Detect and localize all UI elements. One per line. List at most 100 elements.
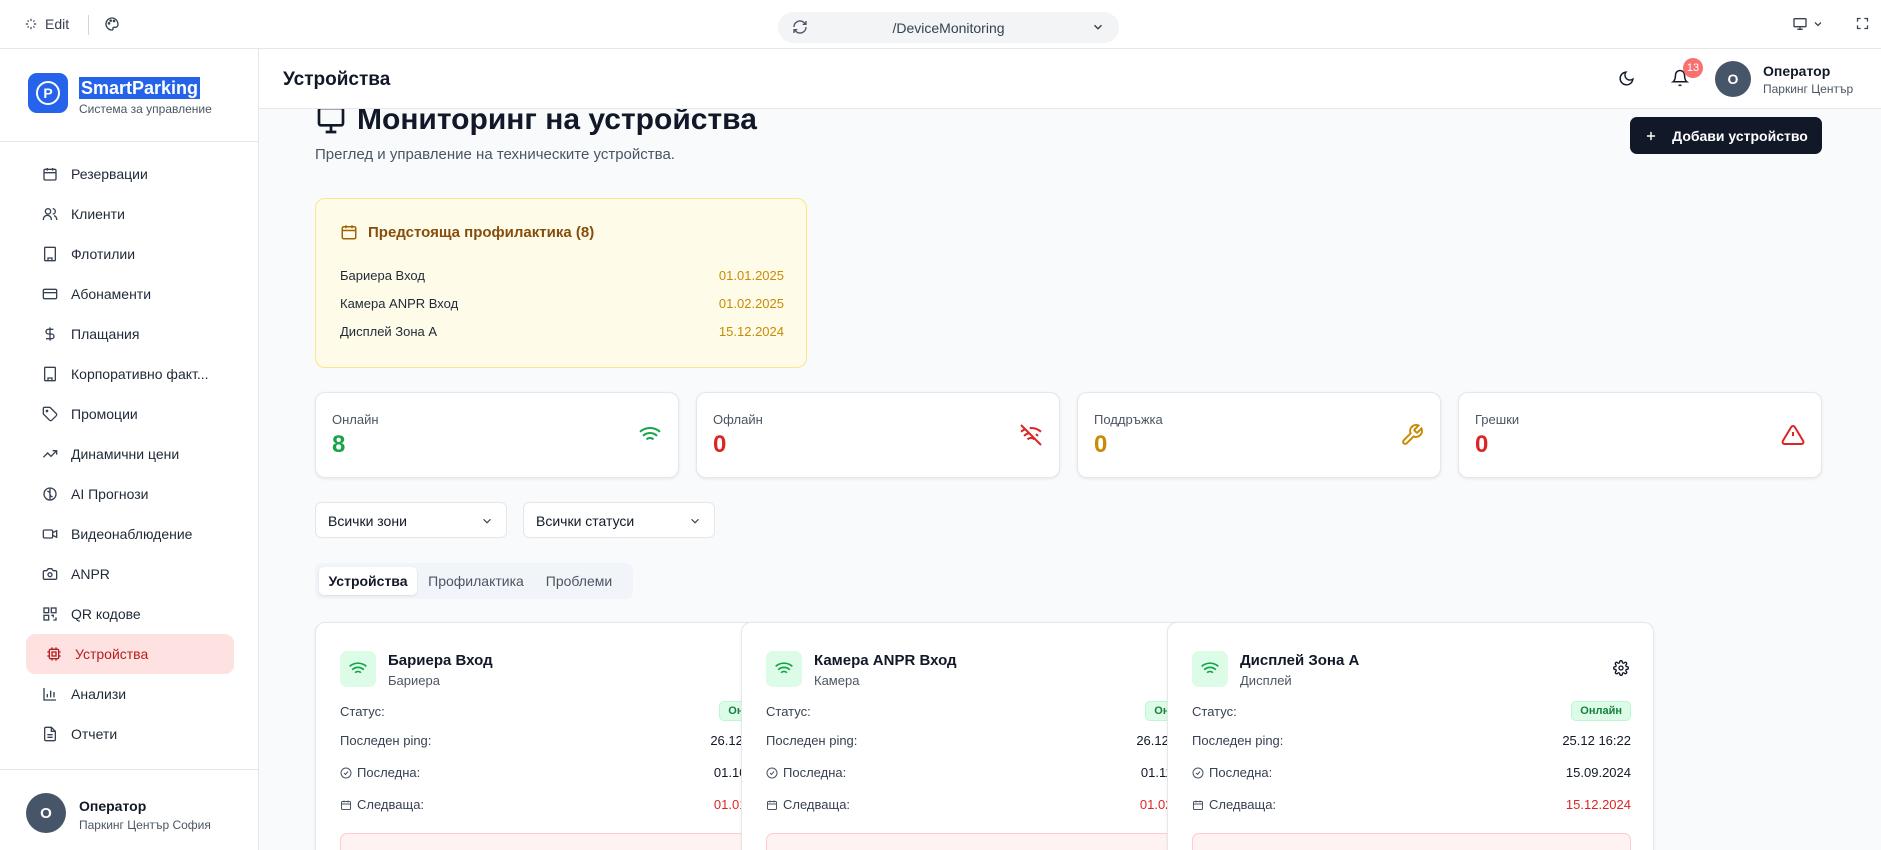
sidebar-item-8[interactable]: Динамични цени xyxy=(26,434,234,474)
maintenance-title: Предстояща профилактика (8) xyxy=(340,223,594,241)
ping-value: 25.12 16:22 xyxy=(1562,733,1631,748)
last-label: Последна: xyxy=(1209,765,1273,780)
sidebar-item-6[interactable]: Корпоративно факт... xyxy=(26,354,234,394)
device-selector[interactable] xyxy=(1792,16,1824,32)
sidebar-item-13[interactable]: Устройства xyxy=(26,634,234,674)
add-device-label: Добави устройство xyxy=(1672,127,1808,144)
add-device-button[interactable]: Добави устройство xyxy=(1630,117,1822,154)
stat-errors: Грешки 0 xyxy=(1458,392,1822,478)
maintenance-date: 01.01.2025 xyxy=(718,268,784,283)
status-select-value: Всички статуси xyxy=(536,513,635,529)
device-name: Камера ANPR Вход xyxy=(814,652,957,669)
tab-devices[interactable]: Устройства xyxy=(319,567,417,595)
wifi-icon xyxy=(766,651,802,687)
next-maintenance-row: Следваща:01.02.2025 xyxy=(766,797,1205,812)
calendar-icon xyxy=(767,800,777,810)
avatar[interactable]: O xyxy=(26,793,66,833)
palette-icon[interactable] xyxy=(104,16,120,37)
page-subtitle: Преглед и управление на техническите уст… xyxy=(315,146,675,163)
maintenance-row[interactable]: Бариера Вход 01.01.2025 xyxy=(340,268,784,283)
sidebar-user-location: Паркинг Център София xyxy=(79,818,211,832)
sidebar-item-label: Отчети xyxy=(71,726,118,742)
edit-button[interactable]: Edit xyxy=(24,16,69,32)
fullscreen-icon[interactable] xyxy=(1855,16,1870,36)
device-card[interactable]: Бариера Вход Бариера Статус:Онлайн Последен… xyxy=(315,622,802,850)
sidebar-item-7[interactable]: Промоции xyxy=(26,394,234,434)
stat-label: Грешки xyxy=(1475,412,1520,427)
sidebar-item-label: Корпоративно факт... xyxy=(71,366,209,382)
sidebar-item-1[interactable]: Резервации xyxy=(26,154,234,194)
maintenance-row[interactable]: Камера ANPR Вход 01.02.2025 xyxy=(340,296,784,311)
sidebar-item-2[interactable]: Клиенти xyxy=(26,194,234,234)
ping-row: Последен ping: 25.12 16:22 xyxy=(1192,733,1631,748)
url-bar[interactable]: /DeviceMonitoring xyxy=(778,12,1119,43)
device-card[interactable]: Дисплей Зона А Дисплей Статус: Онлайн Послед… xyxy=(1167,622,1654,850)
gear-icon[interactable] xyxy=(1613,660,1629,676)
building-icon xyxy=(44,246,56,262)
ping-row: Последен ping:26.12 12:30 xyxy=(340,733,779,748)
chevron-down-icon xyxy=(1814,22,1822,27)
sidebar-item-label: Флотилии xyxy=(71,246,136,262)
page-header: Устройства 13 O Оператор Паркинг Център xyxy=(259,49,1881,109)
check-circle-icon xyxy=(340,767,352,778)
maintenance-date: 15.12.2024 xyxy=(718,324,784,339)
sidebar-item-14[interactable]: Анализи xyxy=(26,674,234,714)
maintenance-title-text: Предстояща профилактика (8) xyxy=(368,223,595,241)
stat-label: Онлайн xyxy=(332,412,379,427)
camera-icon xyxy=(42,568,58,580)
maintenance-device: Бариера Вход xyxy=(340,268,425,283)
tab-problems[interactable]: Проблеми xyxy=(533,567,625,595)
sidebar-item-11[interactable]: ANPR xyxy=(26,554,234,594)
moon-icon[interactable] xyxy=(1618,70,1635,92)
status-select[interactable]: Всички статуси xyxy=(523,502,715,538)
trending-icon xyxy=(42,450,58,458)
maintenance-row[interactable]: Дисплей Зона А 15.12.2024 xyxy=(340,324,784,339)
stat-label: Поддръжка xyxy=(1094,412,1163,427)
zone-select[interactable]: Всички зони xyxy=(315,502,507,538)
main-content: Мониторинг на устройства Преглед и управ… xyxy=(259,109,1881,850)
calendar-icon xyxy=(341,225,357,240)
last-maintenance-row: Последна: 15.09.2024 xyxy=(1192,765,1631,780)
next-label: Следваща: xyxy=(357,797,425,812)
status-label: Статус: xyxy=(766,703,811,719)
chevron-down-icon[interactable] xyxy=(1091,20,1105,34)
next-maintenance-row: Следваща:01.01.2025 xyxy=(340,797,779,812)
tab-maintenance[interactable]: Профилактика xyxy=(421,567,531,595)
sidebar-item-5[interactable]: Плащания xyxy=(26,314,234,354)
maintenance-card: Предстояща профилактика (8) Бариера Вход… xyxy=(315,198,807,368)
editor-toolbar: Edit /DeviceMonitoring xyxy=(0,0,1881,49)
sidebar-item-15[interactable]: Отчети xyxy=(26,714,234,754)
last-maintenance-row: Последна:01.11.2024 xyxy=(766,765,1205,780)
chevron-down-icon xyxy=(483,518,491,524)
sidebar-item-label: Плащания xyxy=(71,326,140,342)
notification-badge: 13 xyxy=(1683,58,1703,78)
users-icon xyxy=(42,208,58,220)
last-label: Последна: xyxy=(783,765,847,780)
sidebar-nav: Резервации Клиенти Флотилии Абонаменти Плаща… xyxy=(26,154,234,754)
last-maintenance-row: Последна:01.10.2024 xyxy=(340,765,779,780)
sidebar-item-9[interactable]: AI Прогнози xyxy=(26,474,234,514)
sidebar: P SmartParking Система за управление Рез… xyxy=(0,49,259,850)
status-row: Статус:Онлайн xyxy=(766,701,1205,721)
stat-offline: Офлайн 0 xyxy=(696,392,1060,478)
brain-icon xyxy=(43,487,57,501)
sidebar-item-10[interactable]: Видеонаблюдение xyxy=(26,514,234,554)
ping-label: Последен ping: xyxy=(340,733,432,748)
qr-icon xyxy=(43,607,57,621)
calendar-icon xyxy=(43,168,57,181)
sidebar-item-12[interactable]: QR кодове xyxy=(26,594,234,634)
sidebar-item-3[interactable]: Флотилии xyxy=(26,234,234,274)
sidebar-item-4[interactable]: Абонаменти xyxy=(26,274,234,314)
status-label: Статус: xyxy=(340,703,385,719)
alert-triangle-icon xyxy=(1781,424,1805,445)
edit-label: Edit xyxy=(45,16,70,32)
status-badge: Онлайн xyxy=(1571,701,1631,721)
brand-name: SmartParking xyxy=(79,77,201,99)
sidebar-item-label: Устройства xyxy=(75,646,149,662)
status-row: Статус:Онлайн xyxy=(1192,701,1631,721)
avatar[interactable]: O xyxy=(1715,61,1751,97)
bar-chart-icon xyxy=(43,688,56,701)
wifi-icon xyxy=(340,651,376,687)
cpu-icon xyxy=(47,647,61,661)
device-card[interactable]: Камера ANPR Вход Камера Статус:Онлайн После… xyxy=(741,622,1228,850)
